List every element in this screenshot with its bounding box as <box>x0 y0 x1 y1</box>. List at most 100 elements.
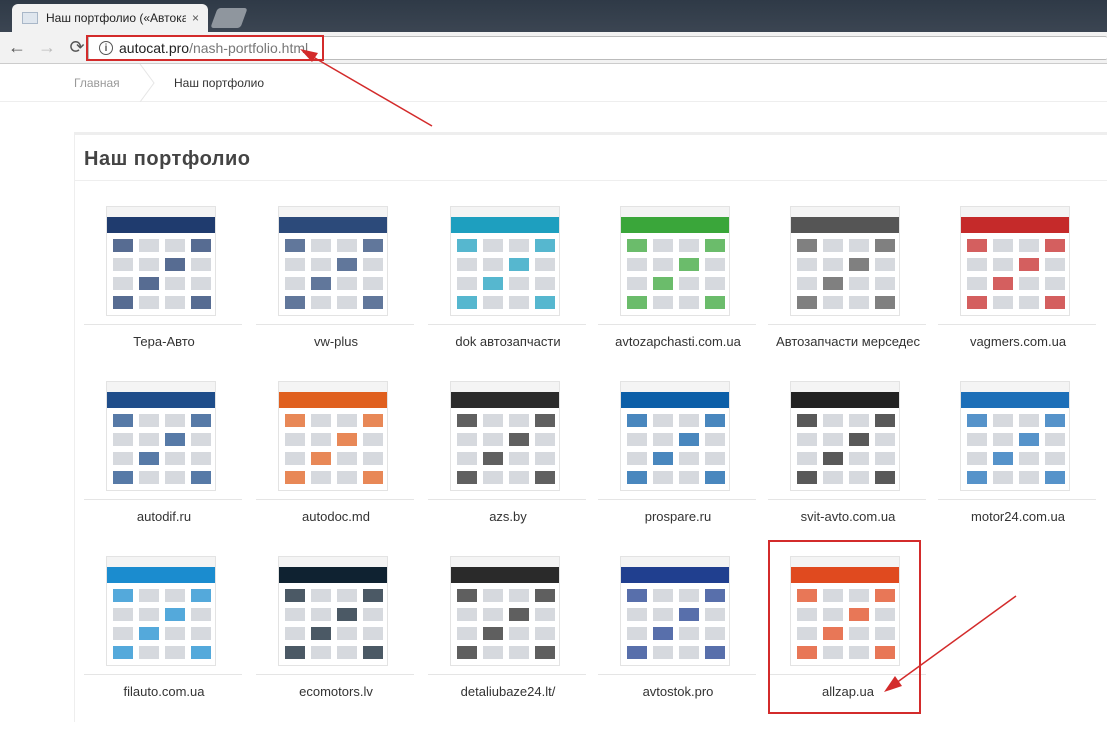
portfolio-thumbnail[interactable] <box>106 381 216 491</box>
portfolio-card[interactable]: detaliubaze24.lt/ <box>428 556 588 706</box>
thumbnail-block <box>113 277 133 290</box>
back-icon[interactable]: ← <box>4 35 30 61</box>
portfolio-thumbnail[interactable] <box>960 381 1070 491</box>
tab-close-icon[interactable]: × <box>192 11 199 25</box>
thumbnail-block <box>797 296 817 309</box>
thumbnail-block <box>535 433 555 446</box>
portfolio-card[interactable]: motor24.com.ua <box>938 381 1098 531</box>
portfolio-thumbnail[interactable] <box>450 206 560 316</box>
thumbnail-block <box>535 414 555 427</box>
thumbnail-block <box>285 239 305 252</box>
portfolio-card-label[interactable]: svit-avto.com.ua <box>768 509 928 524</box>
thumbnail-block <box>139 646 159 659</box>
portfolio-card-label[interactable]: avtostok.pro <box>598 684 758 699</box>
portfolio-card-label[interactable]: dok автозапчасти <box>428 334 588 349</box>
portfolio-card[interactable]: azs.by <box>428 381 588 531</box>
thumbnail-block <box>1019 433 1039 446</box>
portfolio-card[interactable]: Тера-Авто <box>84 206 244 356</box>
portfolio-card[interactable]: svit-avto.com.ua <box>768 381 928 531</box>
portfolio-thumbnail[interactable] <box>790 381 900 491</box>
portfolio-card[interactable]: autodif.ru <box>84 381 244 531</box>
portfolio-card-label[interactable]: autodif.ru <box>84 509 244 524</box>
thumbnail-block <box>165 414 185 427</box>
portfolio-card-label[interactable]: prospare.ru <box>598 509 758 524</box>
portfolio-thumbnail[interactable] <box>278 206 388 316</box>
portfolio-thumbnail[interactable] <box>620 206 730 316</box>
portfolio-thumbnail[interactable] <box>106 206 216 316</box>
portfolio-card-label[interactable]: vw-plus <box>256 334 416 349</box>
thumbnail-block <box>705 471 725 484</box>
thumbnail-block <box>337 433 357 446</box>
thumbnail-block <box>823 452 843 465</box>
portfolio-card-label[interactable]: autodoc.md <box>256 509 416 524</box>
portfolio-thumbnail[interactable] <box>620 556 730 666</box>
thumbnail-block <box>1045 433 1065 446</box>
portfolio-card[interactable]: vagmers.com.ua <box>938 206 1098 356</box>
portfolio-card[interactable]: dok автозапчасти <box>428 206 588 356</box>
thumbnail-block <box>535 646 555 659</box>
thumbnail-block <box>967 296 987 309</box>
portfolio-thumbnail[interactable] <box>620 381 730 491</box>
thumbnail-block <box>509 471 529 484</box>
thumbnail-block <box>139 414 159 427</box>
portfolio-card-label[interactable]: avtozapchasti.com.ua <box>598 334 758 349</box>
thumbnail-banner <box>791 217 899 233</box>
portfolio-thumbnail[interactable] <box>278 556 388 666</box>
portfolio-card-label[interactable]: motor24.com.ua <box>938 509 1098 524</box>
portfolio-card[interactable]: autodoc.md <box>256 381 416 531</box>
thumbnail-block <box>653 646 673 659</box>
portfolio-thumbnail[interactable] <box>450 381 560 491</box>
portfolio-thumbnail[interactable] <box>790 206 900 316</box>
portfolio-card[interactable]: vw-plus <box>256 206 416 356</box>
portfolio-thumbnail[interactable] <box>450 556 560 666</box>
portfolio-card-label[interactable]: azs.by <box>428 509 588 524</box>
thumbnail-block <box>705 296 725 309</box>
thumbnail-banner <box>621 217 729 233</box>
thumbnail-block <box>139 277 159 290</box>
thumbnail-block <box>285 646 305 659</box>
thumbnail-block <box>139 258 159 271</box>
portfolio-card[interactable]: ecomotors.lv <box>256 556 416 706</box>
portfolio-card-label[interactable]: ecomotors.lv <box>256 684 416 699</box>
thumbnail-block <box>165 608 185 621</box>
portfolio-card-label[interactable]: Тера-Авто <box>84 334 244 349</box>
portfolio-thumbnail[interactable] <box>106 556 216 666</box>
thumbnail-block <box>797 239 817 252</box>
new-tab-button[interactable] <box>210 8 248 28</box>
card-divider <box>768 499 926 500</box>
portfolio-card[interactable]: Автозапчасти мерседес <box>768 206 928 356</box>
thumbnail-block <box>535 471 555 484</box>
thumbnail-block <box>483 471 503 484</box>
thumbnail-block <box>113 452 133 465</box>
browser-tab[interactable]: Наш портфолио («Автокат × <box>12 4 208 32</box>
thumbnail-block <box>849 471 869 484</box>
portfolio-card-label[interactable]: vagmers.com.ua <box>938 334 1098 349</box>
portfolio-card-label[interactable]: Автозапчасти мерседес <box>768 334 928 349</box>
thumbnail-block <box>679 258 699 271</box>
thumbnail-block <box>337 589 357 602</box>
thumbnail-block <box>849 433 869 446</box>
portfolio-thumbnail[interactable] <box>960 206 1070 316</box>
thumbnail-block <box>483 608 503 621</box>
breadcrumb-separator-icon <box>139 64 155 102</box>
url-highlight-box <box>86 35 324 61</box>
portfolio-card[interactable]: avtostok.pro <box>598 556 758 706</box>
portfolio-card-label[interactable]: detaliubaze24.lt/ <box>428 684 588 699</box>
thumbnail-block <box>823 239 843 252</box>
thumbnail-header <box>791 382 899 392</box>
thumbnail-block <box>285 452 305 465</box>
thumbnail-block <box>113 627 133 640</box>
portfolio-card[interactable]: prospare.ru <box>598 381 758 531</box>
breadcrumb-home-link[interactable]: Главная <box>74 76 120 90</box>
portfolio-card-label[interactable]: filauto.com.ua <box>84 684 244 699</box>
thumbnail-block <box>311 589 331 602</box>
breadcrumb: Главная Наш портфолио <box>0 64 1107 102</box>
portfolio-thumbnail[interactable] <box>278 381 388 491</box>
thumbnail-block <box>823 296 843 309</box>
portfolio-card[interactable]: avtozapchasti.com.ua <box>598 206 758 356</box>
thumbnail-block <box>165 471 185 484</box>
portfolio-card[interactable]: filauto.com.ua <box>84 556 244 706</box>
forward-icon[interactable]: → <box>34 35 60 61</box>
thumbnail-block <box>1019 452 1039 465</box>
thumbnail-block <box>509 414 529 427</box>
